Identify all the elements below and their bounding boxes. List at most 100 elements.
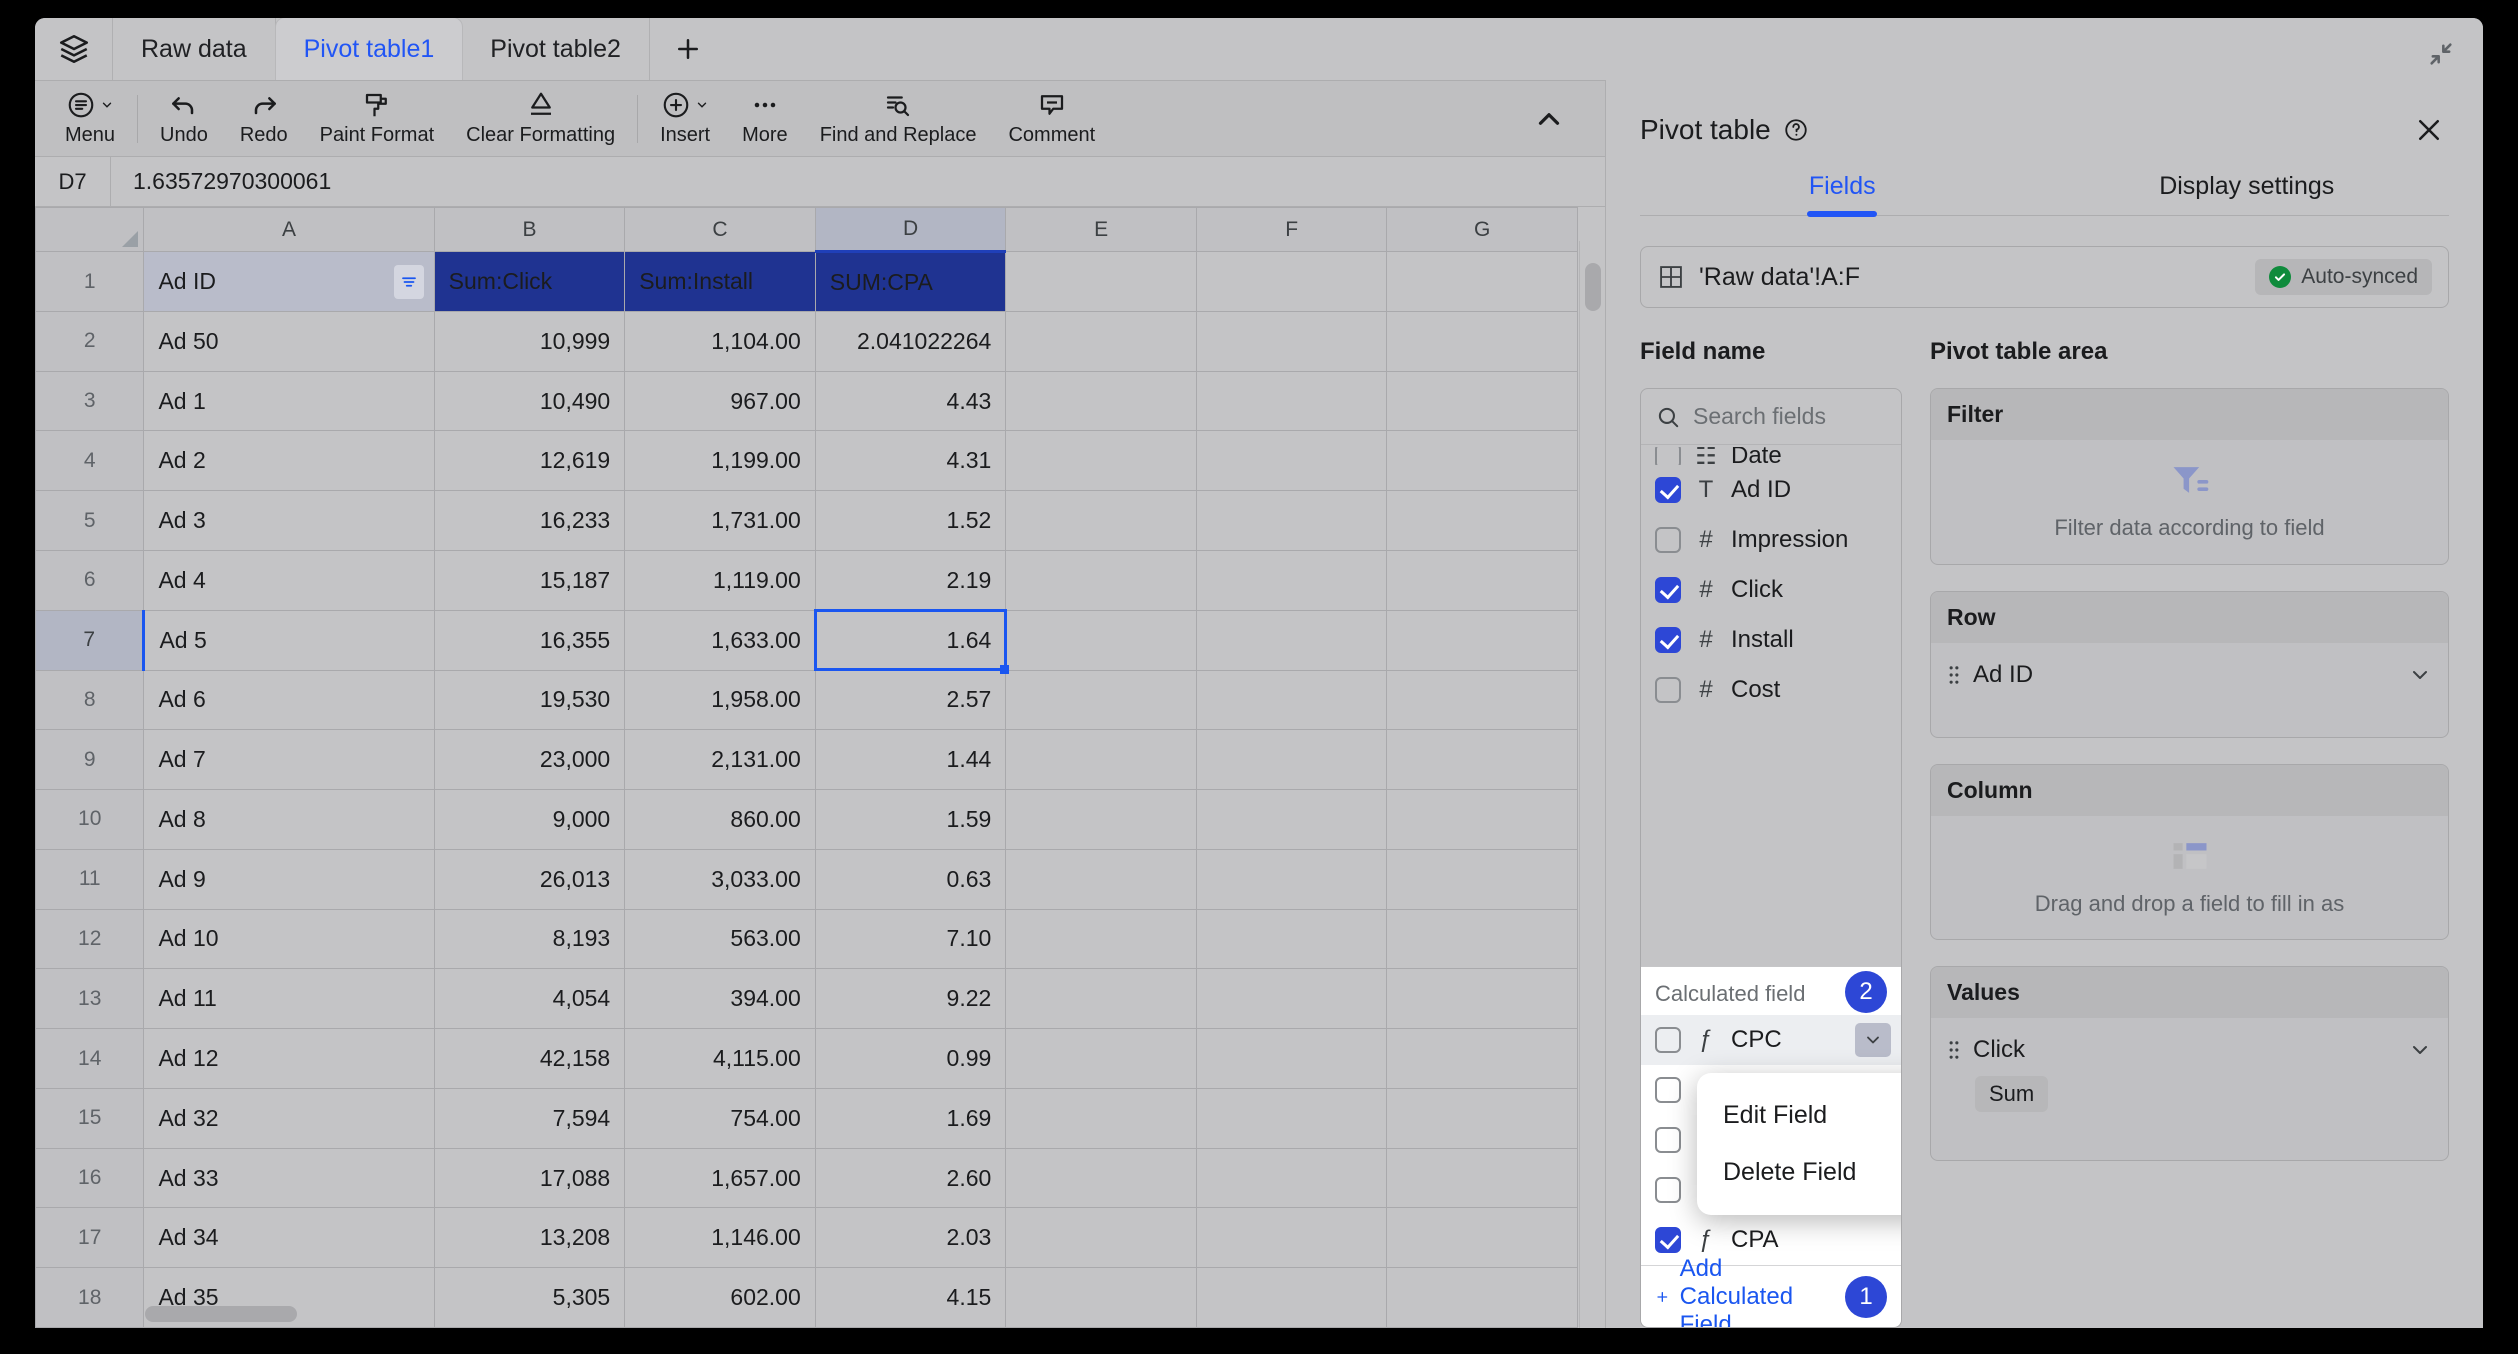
cell-reference-box[interactable]: D7 — [35, 157, 111, 206]
field-list-item-cost[interactable]: # Cost — [1641, 665, 1901, 715]
grid-cell[interactable]: 4,054 — [433, 968, 626, 1030]
row-header-11[interactable]: 11 — [35, 848, 145, 910]
chevron-up-icon[interactable] — [1527, 97, 1571, 141]
empty-cell[interactable] — [1195, 1087, 1388, 1149]
empty-cell[interactable] — [1386, 251, 1578, 312]
grid-cell[interactable]: 12,619 — [433, 430, 626, 492]
field-list-item-install[interactable]: # Install — [1641, 615, 1901, 665]
field-list-item-click[interactable]: # Click — [1641, 565, 1901, 615]
search-input[interactable] — [1693, 403, 1887, 430]
menu-item-delete-field[interactable]: Delete Field — [1697, 1144, 1901, 1201]
menu-item-edit-field[interactable]: Edit Field — [1697, 1087, 1901, 1144]
row-header-18[interactable]: 18 — [35, 1267, 145, 1328]
pivot-area-values[interactable]: Values Click Sum — [1930, 966, 2449, 1161]
row-header-8[interactable]: 8 — [35, 669, 145, 731]
toolbar-clear-formatting-button[interactable]: Clear Formatting — [450, 84, 631, 154]
field-checkbox[interactable] — [1655, 1227, 1681, 1253]
row-header-1[interactable]: 1 — [35, 251, 145, 312]
empty-cell[interactable] — [1386, 1087, 1578, 1149]
row-header-6[interactable]: 6 — [35, 550, 145, 611]
empty-cell[interactable] — [1386, 968, 1578, 1030]
column-header-g[interactable]: G — [1386, 207, 1578, 253]
grid-cell[interactable]: 3,033.00 — [624, 848, 816, 910]
empty-cell[interactable] — [1195, 669, 1388, 731]
grid-cell[interactable]: 1,731.00 — [624, 490, 816, 551]
grid-cell[interactable]: Ad 1 — [143, 370, 435, 432]
grid-cell[interactable]: 1,104.00 — [624, 310, 816, 372]
layers-icon[interactable] — [35, 18, 113, 80]
calculated-field-item-cpa[interactable]: ƒ CPA — [1641, 1215, 1901, 1265]
grid-cell[interactable]: 1,958.00 — [624, 669, 816, 731]
chevron-down-icon[interactable] — [1855, 1023, 1891, 1057]
empty-cell[interactable] — [1386, 1147, 1578, 1209]
grid-cell[interactable]: 4.31 — [814, 430, 1007, 492]
grid-cell[interactable]: 9.22 — [814, 968, 1007, 1030]
empty-cell[interactable] — [1195, 968, 1388, 1030]
grid-cell[interactable]: 1.69 — [814, 1087, 1007, 1149]
grid-cell[interactable]: 1,199.00 — [624, 430, 816, 492]
row-header-12[interactable]: 12 — [35, 908, 145, 970]
grid-cell[interactable]: 7.10 — [814, 908, 1007, 970]
empty-cell[interactable] — [1386, 609, 1578, 671]
grid-cell[interactable]: Ad 10 — [143, 908, 435, 970]
field-list-item-impression[interactable]: # Impression — [1641, 515, 1901, 565]
grid-cell[interactable]: Ad 11 — [143, 968, 435, 1030]
empty-cell[interactable] — [1386, 430, 1578, 492]
field-checkbox[interactable] — [1655, 1077, 1681, 1103]
pivot-area-dropzone[interactable]: Click Sum — [1931, 1018, 2448, 1160]
field-checkbox[interactable] — [1655, 1027, 1681, 1053]
toolbar-find-replace-button[interactable]: Find and Replace — [804, 84, 993, 154]
column-header-c[interactable]: C — [624, 207, 816, 253]
empty-cell[interactable] — [1195, 310, 1388, 372]
empty-cell[interactable] — [1386, 490, 1578, 551]
grid-cell[interactable]: 0.99 — [814, 1028, 1007, 1089]
empty-cell[interactable] — [1005, 609, 1197, 671]
grid-cell[interactable]: 10,490 — [433, 370, 626, 432]
grid-cell[interactable]: Ad 5 — [143, 609, 435, 671]
pivot-row-header-cell[interactable]: Ad ID — [143, 251, 435, 312]
grid-cell[interactable]: 967.00 — [624, 370, 816, 432]
field-checkbox[interactable] — [1655, 477, 1681, 503]
empty-cell[interactable] — [1195, 430, 1388, 492]
empty-cell[interactable] — [1195, 609, 1388, 671]
toolbar-paint-format-button[interactable]: Paint Format — [304, 84, 450, 154]
field-checkbox[interactable] — [1655, 1127, 1681, 1153]
grid-cell[interactable]: Ad 33 — [143, 1147, 435, 1209]
row-header-7[interactable]: 7 — [35, 609, 146, 671]
empty-cell[interactable] — [1005, 1147, 1197, 1209]
grid-cell[interactable]: Ad 9 — [143, 848, 435, 910]
empty-cell[interactable] — [1386, 848, 1578, 910]
empty-cell[interactable] — [1005, 430, 1197, 492]
grid-cell[interactable]: 754.00 — [624, 1087, 816, 1149]
field-checkbox[interactable] — [1655, 627, 1681, 653]
grid-cell[interactable]: Ad 7 — [143, 729, 435, 791]
column-header-f[interactable]: F — [1195, 207, 1388, 253]
empty-cell[interactable] — [1005, 370, 1197, 432]
row-header-13[interactable]: 13 — [35, 968, 145, 1030]
pivot-value-header-cell[interactable]: Sum:Install — [624, 251, 816, 312]
toolbar-menu-button[interactable]: Menu — [49, 84, 131, 154]
empty-cell[interactable] — [1195, 789, 1388, 850]
grid-cell[interactable]: 602.00 — [624, 1267, 816, 1328]
empty-cell[interactable] — [1005, 1207, 1197, 1269]
pivot-area-chip[interactable]: Click — [1947, 1036, 2432, 1064]
empty-cell[interactable] — [1195, 848, 1388, 910]
grid-cell[interactable]: 42,158 — [433, 1028, 626, 1089]
pivot-area-row[interactable]: Row Ad ID — [1930, 590, 2449, 738]
column-header-b[interactable]: B — [433, 207, 626, 253]
grid-cell[interactable]: 4.43 — [814, 370, 1007, 432]
tab-display-settings[interactable]: Display settings — [2045, 172, 2450, 215]
empty-cell[interactable] — [1386, 550, 1578, 611]
empty-cell[interactable] — [1195, 908, 1388, 970]
grid-cell[interactable]: 16,233 — [433, 490, 626, 551]
grid-cell[interactable]: 0.63 — [814, 848, 1007, 910]
field-checkbox[interactable] — [1655, 527, 1681, 553]
aggregation-pill[interactable]: Sum — [1975, 1076, 2049, 1112]
empty-cell[interactable] — [1005, 550, 1197, 611]
row-header-3[interactable]: 3 — [35, 370, 145, 432]
grid-cell[interactable]: 1.44 — [814, 729, 1007, 791]
grid-cell[interactable]: 2.03 — [814, 1207, 1007, 1269]
empty-cell[interactable] — [1005, 968, 1197, 1030]
pivot-value-header-cell[interactable]: Sum:Click — [433, 251, 626, 312]
grid-cell[interactable]: 7,594 — [433, 1087, 626, 1149]
